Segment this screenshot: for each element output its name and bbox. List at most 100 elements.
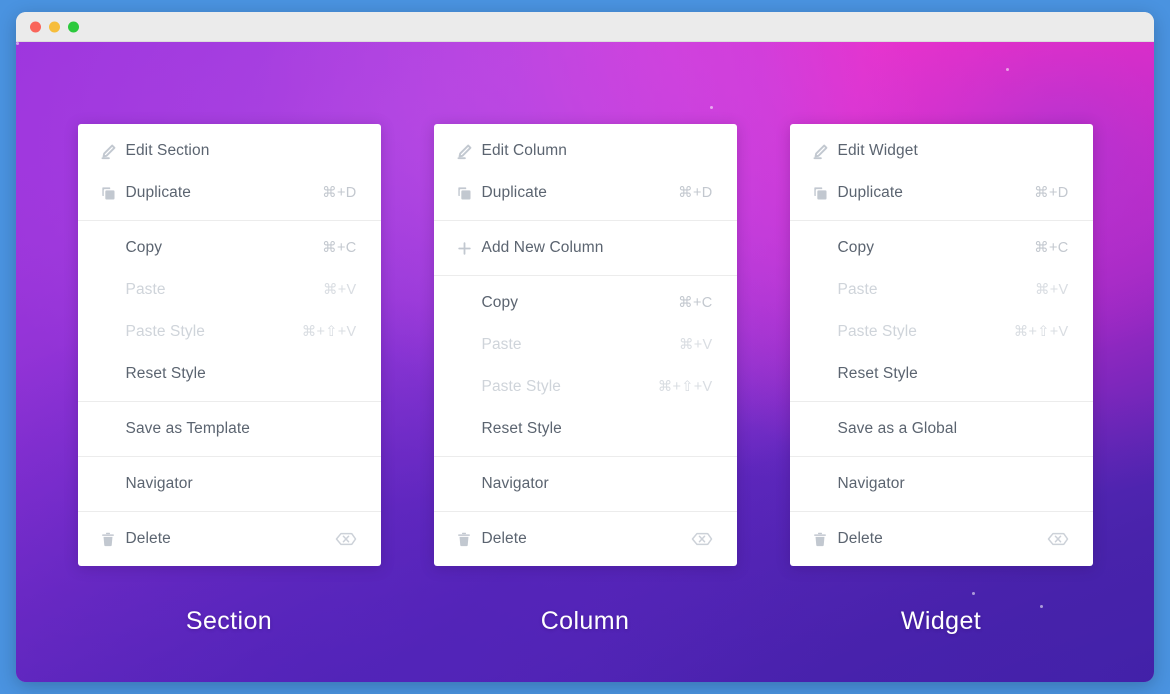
- wallpaper-dot: [971, 592, 975, 596]
- menu-item-edit-widget[interactable]: Edit Widget: [790, 130, 1093, 172]
- menu-item-save-as-template[interactable]: Save as Template: [78, 408, 381, 450]
- menu-item-label: Save as a Global: [837, 420, 958, 437]
- menu-item-label: Save as Template: [125, 420, 251, 437]
- menu-group: Add New Column: [433, 220, 737, 275]
- menu-item-paste: Paste ⌘+V: [434, 324, 737, 366]
- menu-item-label: Edit Column: [481, 142, 568, 159]
- menu-item-navigator[interactable]: Navigator: [790, 463, 1093, 505]
- context-menus-row: Edit Section Duplicate ⌘+D Copy ⌘+C Paste ⌘+V P…: [16, 124, 1154, 566]
- delete-key-icon: [1047, 531, 1069, 547]
- menu-item-copy[interactable]: Copy ⌘+C: [790, 227, 1093, 269]
- menu-item-shortcut: ⌘+C: [322, 240, 357, 256]
- menu-item-label: Navigator: [837, 475, 905, 492]
- menu-item-label: Paste Style: [481, 378, 562, 395]
- caption-column: Column: [434, 607, 737, 636]
- menu-item-label: Paste Style: [125, 323, 206, 340]
- menu-item-label: Copy: [481, 294, 519, 311]
- context-menu-widget: Edit Widget Duplicate ⌘+D Copy ⌘+C Paste ⌘+V Pa…: [789, 124, 1093, 566]
- menu-group: Copy ⌘+C Paste ⌘+V Paste Style ⌘+⇧+V Reset Sty…: [789, 220, 1093, 401]
- menu-item-label: Duplicate: [125, 184, 192, 201]
- menu-group: Save as a Global: [789, 401, 1093, 456]
- menu-item-paste: Paste ⌘+V: [78, 269, 381, 311]
- maximize-button[interactable]: [68, 21, 79, 32]
- menu-item-shortcut: ⌘+⇧+V: [657, 379, 713, 395]
- menu-column-section: Edit Section Duplicate ⌘+D Copy ⌘+C Paste ⌘+V P…: [77, 124, 381, 566]
- menu-item-duplicate[interactable]: Duplicate ⌘+D: [78, 172, 381, 214]
- wallpaper-canvas: Edit Section Duplicate ⌘+D Copy ⌘+C Paste ⌘+V P…: [16, 42, 1154, 682]
- wallpaper-dot: [1006, 67, 1010, 71]
- menu-item-shortcut: ⌘+V: [678, 337, 713, 353]
- menu-item-delete[interactable]: Delete: [78, 518, 381, 560]
- menu-item-edit-section[interactable]: Edit Section: [78, 130, 381, 172]
- context-menu-column: Edit Column Duplicate ⌘+D Add New Column Cop…: [433, 124, 737, 566]
- menu-item-label: Navigator: [481, 475, 549, 492]
- menu-item-label: Delete: [837, 530, 883, 547]
- menu-group: Delete: [433, 511, 737, 566]
- duplicate-icon: [812, 185, 834, 202]
- menu-item-reset-style[interactable]: Reset Style: [434, 408, 737, 450]
- menu-item-label: Reset Style: [125, 365, 206, 382]
- menu-item-reset-style[interactable]: Reset Style: [78, 353, 381, 395]
- menu-item-label: Edit Section: [125, 142, 210, 159]
- menu-item-paste: Paste ⌘+V: [790, 269, 1093, 311]
- context-menu-section: Edit Section Duplicate ⌘+D Copy ⌘+C Paste ⌘+V P…: [77, 124, 381, 566]
- delete-key-icon: [691, 531, 713, 547]
- menu-group: Navigator: [433, 456, 737, 511]
- menu-item-label: Copy: [125, 239, 163, 256]
- menu-item-label: Paste: [837, 281, 878, 298]
- menu-item-navigator[interactable]: Navigator: [78, 463, 381, 505]
- caption-column: Widget: [790, 607, 1093, 636]
- menu-item-add-new-column[interactable]: Add New Column: [434, 227, 737, 269]
- menu-item-save-as-a-global[interactable]: Save as a Global: [790, 408, 1093, 450]
- minimize-button[interactable]: [49, 21, 60, 32]
- menu-item-label: Edit Widget: [837, 142, 918, 159]
- menu-item-delete[interactable]: Delete: [790, 518, 1093, 560]
- menu-item-shortcut: ⌘+⇧+V: [1013, 324, 1069, 340]
- menu-item-edit-column[interactable]: Edit Column: [434, 130, 737, 172]
- menu-caption-section: Section: [185, 607, 273, 635]
- menu-item-paste-style: Paste Style ⌘+⇧+V: [434, 366, 737, 408]
- menu-item-copy[interactable]: Copy ⌘+C: [78, 227, 381, 269]
- menu-caption-widget: Widget: [900, 607, 982, 635]
- pencil-icon: [812, 143, 834, 160]
- plus-icon: [456, 240, 478, 257]
- menu-item-label: Reset Style: [481, 420, 562, 437]
- menu-caption-column: Column: [540, 607, 630, 635]
- menu-item-reset-style[interactable]: Reset Style: [790, 353, 1093, 395]
- menu-item-duplicate[interactable]: Duplicate ⌘+D: [790, 172, 1093, 214]
- pencil-icon: [456, 143, 478, 160]
- menu-item-label: Navigator: [125, 475, 193, 492]
- menu-column-widget: Edit Widget Duplicate ⌘+D Copy ⌘+C Paste ⌘+V Pa…: [789, 124, 1093, 566]
- caption-column: Section: [78, 607, 381, 636]
- menu-item-copy[interactable]: Copy ⌘+C: [434, 282, 737, 324]
- wallpaper-dot: [16, 42, 19, 45]
- menu-group: Copy ⌘+C Paste ⌘+V Paste Style ⌘+⇧+V Reset Sty…: [77, 220, 381, 401]
- delete-key-icon: [335, 531, 357, 547]
- menu-group: Delete: [789, 511, 1093, 566]
- menu-group: Delete: [77, 511, 381, 566]
- menu-item-label: Add New Column: [481, 239, 604, 256]
- menu-item-duplicate[interactable]: Duplicate ⌘+D: [434, 172, 737, 214]
- trash-icon: [456, 531, 478, 548]
- menu-item-label: Paste: [125, 281, 166, 298]
- menu-group: Edit Column Duplicate ⌘+D: [434, 124, 737, 220]
- captions-row: Section Column Widget: [16, 607, 1154, 636]
- wallpaper-dot: [710, 106, 714, 109]
- menu-item-shortcut: ⌘+C: [1034, 240, 1069, 256]
- menu-group: Navigator: [789, 456, 1093, 511]
- menu-item-shortcut: ⌘+V: [1034, 282, 1069, 298]
- menu-item-shortcut: ⌘+D: [322, 185, 357, 201]
- menu-item-delete[interactable]: Delete: [434, 518, 737, 560]
- menu-group: Edit Section Duplicate ⌘+D: [78, 124, 381, 220]
- menu-group: Navigator: [77, 456, 381, 511]
- menu-item-label: Duplicate: [481, 184, 548, 201]
- menu-item-label: Copy: [837, 239, 875, 256]
- menu-group: Copy ⌘+C Paste ⌘+V Paste Style ⌘+⇧+V Reset Sty…: [433, 275, 737, 456]
- menu-item-label: Reset Style: [837, 365, 918, 382]
- menu-item-navigator[interactable]: Navigator: [434, 463, 737, 505]
- menu-item-shortcut: ⌘+D: [1034, 185, 1069, 201]
- close-button[interactable]: [30, 21, 41, 32]
- menu-item-shortcut: ⌘+⇧+V: [301, 324, 357, 340]
- traffic-lights: [30, 21, 79, 32]
- menu-item-label: Duplicate: [837, 184, 904, 201]
